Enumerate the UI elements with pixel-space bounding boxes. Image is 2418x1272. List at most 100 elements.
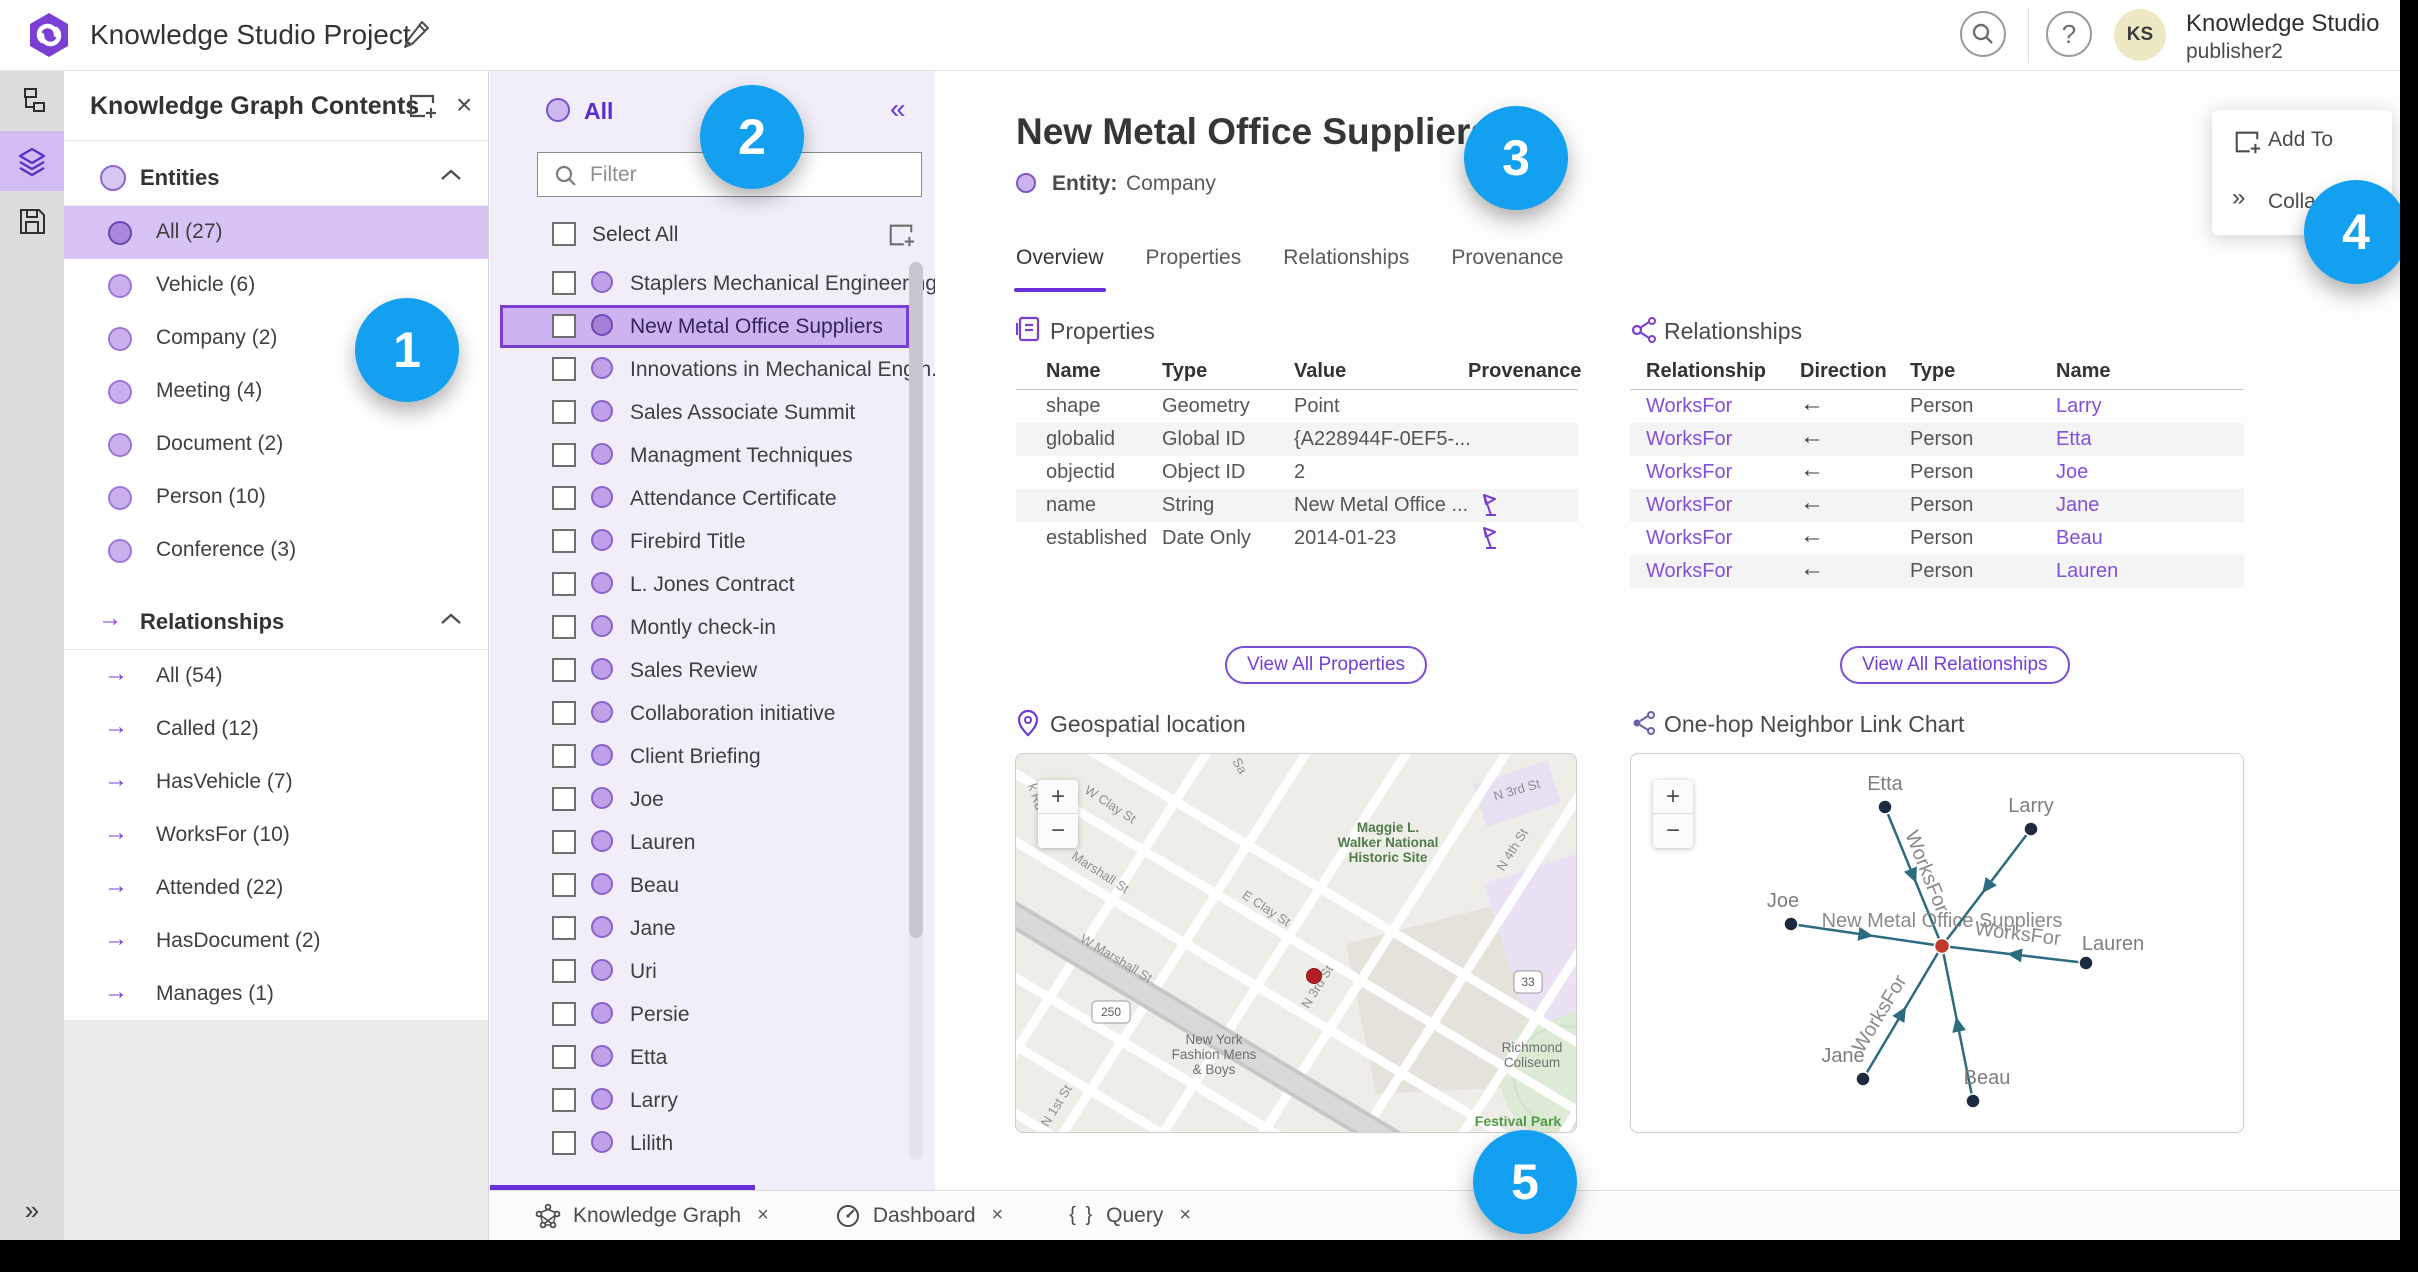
tab-overview[interactable]: Overview — [1014, 246, 1106, 292]
relationship-link[interactable]: WorksFor — [1646, 494, 1732, 517]
item-checkbox[interactable] — [552, 873, 576, 897]
name-link[interactable]: Joe — [2056, 461, 2088, 484]
item-checkbox[interactable] — [552, 400, 576, 424]
list-item[interactable]: Sales Review — [490, 649, 935, 692]
geospatial-map[interactable]: k Rd W Clay St Sa E Clay St Marshall St W Mar… — [1015, 753, 1577, 1133]
node-beau[interactable] — [1965, 1093, 1981, 1109]
node-center[interactable] — [1933, 937, 1951, 955]
sidebar-item-hasvehicle[interactable]: → HasVehicle (7) — [64, 756, 488, 809]
view-all-properties-button[interactable]: View All Properties — [1225, 646, 1428, 684]
item-checkbox[interactable] — [552, 615, 576, 639]
item-checkbox[interactable] — [552, 701, 576, 725]
list-item[interactable]: Innovations in Mechanical Engin... — [490, 348, 949, 391]
list-item[interactable]: Lauren — [490, 821, 935, 864]
sidebar-item-worksfor[interactable]: → WorksFor (10) — [64, 809, 488, 862]
node-jane[interactable] — [1855, 1071, 1871, 1087]
close-panel-icon[interactable]: × — [456, 89, 472, 121]
sidebar-item-document[interactable]: Document (2) — [64, 418, 488, 471]
list-item[interactable]: Etta — [490, 1036, 935, 1079]
item-checkbox[interactable] — [552, 1131, 576, 1155]
item-checkbox[interactable] — [552, 529, 576, 553]
list-item[interactable]: Persie — [490, 993, 935, 1036]
sidebar-item-person[interactable]: Person (10) — [64, 471, 488, 524]
section-header-entities[interactable]: Entities — [64, 150, 488, 206]
list-item[interactable]: Uri — [490, 950, 935, 993]
collapse-panel-icon[interactable]: « — [890, 93, 906, 125]
item-checkbox[interactable] — [552, 443, 576, 467]
chevron-up-icon[interactable] — [440, 612, 462, 626]
name-link[interactable]: Larry — [2056, 395, 2102, 418]
expand-rail-button[interactable]: » — [0, 1195, 64, 1226]
list-item[interactable]: Joe — [490, 778, 935, 821]
data-model-rail-button[interactable] — [0, 71, 64, 131]
map-zoom-in-button[interactable]: + — [1038, 780, 1078, 814]
list-item[interactable]: Sales Associate Summit — [490, 391, 935, 434]
view-tab-knowledge-graph[interactable]: Knowledge Graph × — [535, 1203, 769, 1229]
help-button[interactable]: ? — [2046, 11, 2092, 57]
list-scrollbar-thumb[interactable] — [909, 262, 923, 938]
user-info[interactable]: Knowledge Studio publisher2 — [2186, 10, 2379, 64]
sidebar-item-manages[interactable]: → Manages (1) — [64, 968, 488, 1021]
search-button[interactable] — [1960, 11, 2006, 57]
list-item[interactable]: Attendance Certificate — [490, 477, 935, 520]
tab-properties[interactable]: Properties — [1146, 246, 1242, 292]
node-etta[interactable] — [1877, 799, 1893, 815]
view-tab-query[interactable]: { } Query × — [1069, 1204, 1191, 1228]
relationship-link[interactable]: WorksFor — [1646, 461, 1732, 484]
item-checkbox[interactable] — [552, 959, 576, 983]
list-item[interactable]: L. Jones Contract — [490, 563, 935, 606]
item-checkbox[interactable] — [552, 314, 576, 338]
name-link[interactable]: Beau — [2056, 527, 2103, 550]
name-link[interactable]: Jane — [2056, 494, 2099, 517]
select-all-checkbox[interactable] — [552, 222, 576, 246]
item-checkbox[interactable] — [552, 830, 576, 854]
item-checkbox[interactable] — [552, 486, 576, 510]
node-joe[interactable] — [1783, 916, 1799, 932]
list-item[interactable]: Larry — [490, 1079, 935, 1122]
view-all-relationships-button[interactable]: View All Relationships — [1840, 646, 2070, 684]
link-chart-zoom-in-button[interactable]: + — [1653, 780, 1693, 814]
sidebar-item-attended[interactable]: → Attended (22) — [64, 862, 488, 915]
list-item[interactable]: Montly check-in — [490, 606, 935, 649]
node-lauren[interactable] — [2078, 955, 2094, 971]
contents-rail-button[interactable] — [0, 131, 64, 191]
link-chart-zoom-out-button[interactable]: − — [1653, 814, 1693, 848]
view-tab-dashboard[interactable]: Dashboard × — [835, 1203, 1003, 1229]
list-item[interactable]: Firebird Title — [490, 520, 935, 563]
item-checkbox[interactable] — [552, 916, 576, 940]
close-tab-icon[interactable]: × — [1179, 1204, 1191, 1227]
relationship-link[interactable]: WorksFor — [1646, 527, 1732, 550]
item-checkbox[interactable] — [552, 744, 576, 768]
name-link[interactable]: Lauren — [2056, 560, 2118, 583]
list-item[interactable]: Jane — [490, 907, 935, 950]
section-header-relationships[interactable]: → Relationships — [64, 594, 488, 650]
list-item[interactable]: Client Briefing — [490, 735, 935, 778]
relationship-link[interactable]: WorksFor — [1646, 560, 1732, 583]
one-hop-link-chart[interactable]: WorksFor WorksFor WorksFor Etta Larry Joe Laur… — [1630, 753, 2244, 1133]
list-item[interactable]: Beau — [490, 864, 935, 907]
item-checkbox[interactable] — [552, 1002, 576, 1026]
sidebar-item-called[interactable]: → Called (12) — [64, 703, 488, 756]
item-checkbox[interactable] — [552, 357, 576, 381]
edit-title-icon[interactable] — [402, 18, 432, 50]
chevron-up-icon[interactable] — [440, 168, 462, 182]
list-item[interactable]: Lilith — [490, 1122, 935, 1165]
close-tab-icon[interactable]: × — [757, 1204, 769, 1227]
sidebar-item-all[interactable]: → All (54) — [64, 650, 488, 703]
item-checkbox[interactable] — [552, 1088, 576, 1112]
name-link[interactable]: Etta — [2056, 428, 2092, 451]
list-item[interactable]: Staplers Mechanical Engineering — [490, 262, 937, 305]
sidebar-item-all[interactable]: All (27) — [64, 206, 488, 259]
add-selection-to-map-icon[interactable] — [886, 221, 916, 249]
save-rail-button[interactable] — [0, 191, 64, 251]
tab-relationships[interactable]: Relationships — [1283, 246, 1409, 292]
item-checkbox[interactable] — [552, 1045, 576, 1069]
item-checkbox[interactable] — [552, 572, 576, 596]
sidebar-item-hasdocument[interactable]: → HasDocument (2) — [64, 915, 488, 968]
user-avatar[interactable]: KS — [2114, 9, 2166, 61]
list-item[interactable]: Collaboration initiative — [490, 692, 935, 735]
relationship-link[interactable]: WorksFor — [1646, 395, 1732, 418]
relationship-link[interactable]: WorksFor — [1646, 428, 1732, 451]
map-zoom-out-button[interactable]: − — [1038, 814, 1078, 848]
provenance-flag-icon[interactable] — [1480, 493, 1498, 517]
